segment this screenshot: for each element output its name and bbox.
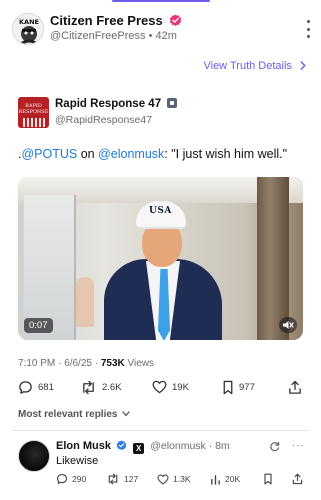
views-count: 753K	[100, 358, 125, 369]
mention-elonmusk-link[interactable]: @elonmusk	[98, 147, 164, 161]
x-affiliation-icon: X	[133, 443, 145, 454]
author-handle: @CitizenFreePress • 42m	[50, 30, 177, 42]
post-meta: 7:10 PM · 6/6/25 · 753K Views	[18, 358, 155, 369]
share-button[interactable]	[288, 378, 302, 396]
reply-author-handle: @elonmusk · 8m	[150, 440, 230, 452]
speaker-muted-icon	[283, 321, 294, 329]
more-dot-icon	[306, 35, 310, 38]
government-badge-icon	[167, 98, 178, 108]
save-button[interactable]: 977	[222, 378, 255, 396]
reply-actions: 290 127 1.3K 20K	[56, 472, 308, 486]
quoted-author-name[interactable]: Rapid Response 47	[55, 98, 178, 110]
quoted-post-text: .@POTUS on @elonmusk: "I just wish him w…	[18, 147, 288, 161]
reply-retruth-button[interactable]: 127	[106, 472, 138, 486]
video-cap-text: USA	[149, 206, 172, 216]
reply-text: Likewise	[56, 455, 99, 467]
post-header: KANE Citizen Free Press @CitizenFreePres…	[12, 12, 312, 46]
more-dot-icon	[306, 27, 310, 31]
video-duration: 0:07	[24, 318, 53, 333]
reply-more-button[interactable]: ···	[292, 441, 305, 451]
heart-icon	[157, 474, 169, 484]
reply-button[interactable]: 681	[18, 378, 54, 396]
video-curtain	[257, 177, 289, 340]
reply-like-button[interactable]: 1.3K	[157, 472, 191, 486]
verified-badge-icon	[170, 14, 182, 26]
chevron-down-icon	[122, 411, 130, 417]
mention-potus-link[interactable]: @POTUS	[21, 147, 77, 161]
reply-author-avatar[interactable]	[18, 440, 50, 472]
video-face	[142, 221, 182, 267]
divider	[12, 430, 309, 431]
reply-tools: ···	[269, 440, 305, 452]
retruth-icon	[83, 380, 94, 394]
retruth-icon	[108, 473, 118, 485]
share-icon	[289, 380, 301, 394]
translate-refresh-icon[interactable]	[269, 441, 280, 452]
kane-avatar-icon: KANE	[19, 18, 39, 44]
view-truth-details-link[interactable]: View Truth Details	[203, 60, 307, 72]
avatar-label: KANE	[19, 18, 39, 26]
quoted-post-header: RAPID RESPONSE Rapid Response 47 @RapidR…	[18, 97, 308, 129]
author-name[interactable]: Citizen Free Press	[50, 13, 182, 28]
white-house-columns-icon	[22, 118, 45, 127]
share-icon	[292, 473, 303, 485]
bookmark-icon	[264, 473, 272, 485]
post-time-ago: 42m	[155, 30, 177, 42]
reply-author-name[interactable]: Elon Musk	[56, 440, 111, 452]
top-accent-bar	[112, 0, 210, 2]
verified-badge-icon	[116, 440, 127, 451]
reply-icon	[56, 473, 68, 485]
author-avatar[interactable]: KANE	[12, 13, 44, 45]
video-player[interactable]: USA 0:07	[18, 177, 303, 340]
reply-icon	[19, 380, 32, 394]
views-chart-icon	[211, 474, 220, 485]
mute-button[interactable]	[279, 317, 297, 333]
chevron-right-icon	[300, 61, 306, 70]
rapid-response-avatar[interactable]: RAPID RESPONSE	[18, 97, 49, 128]
post-actions: 681 2.6K 19K 977	[18, 378, 308, 396]
heart-icon	[152, 380, 167, 394]
reply-share-button[interactable]	[292, 472, 303, 486]
more-options-button[interactable]	[302, 20, 314, 38]
bookmark-icon	[223, 380, 233, 394]
reply-sort-dropdown[interactable]: Most relevant replies	[18, 409, 130, 420]
more-dot-icon	[306, 20, 310, 23]
reply-author: Elon Musk X @elonmusk · 8m	[56, 440, 230, 454]
like-button[interactable]: 19K	[152, 378, 189, 396]
quoted-author-handle: @RapidResponse47	[55, 114, 153, 126]
retruth-button[interactable]: 2.6K	[80, 378, 122, 396]
reply-views-button[interactable]: 20K	[210, 472, 240, 486]
reply-reply-button[interactable]: 290	[56, 472, 86, 486]
reply-save-button[interactable]	[263, 472, 273, 486]
video-background-person	[76, 277, 94, 327]
